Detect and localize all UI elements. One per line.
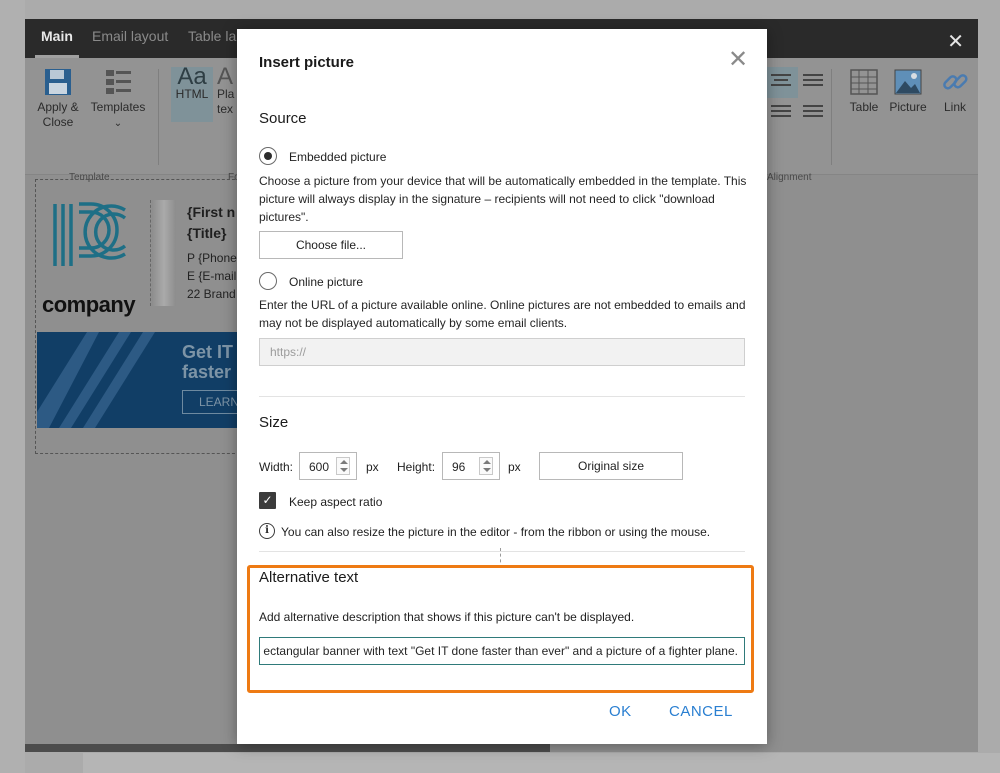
insert-picture-dialog: Insert picture ✕ Source Embedded picture… bbox=[237, 29, 767, 744]
background-bottom-strip bbox=[83, 753, 1000, 773]
width-label: Width: bbox=[259, 460, 294, 474]
address-placeholder: 22 Brand bbox=[187, 287, 236, 301]
info-icon: i bbox=[259, 523, 275, 539]
size-heading: Size bbox=[259, 414, 289, 431]
phone-placeholder: P {Phone bbox=[187, 251, 237, 265]
section-divider bbox=[259, 551, 745, 552]
company-logo: company bbox=[37, 200, 151, 317]
banner-headline-1: Get IT bbox=[182, 342, 234, 362]
picture-label: Picture bbox=[889, 100, 927, 114]
background-left-strip bbox=[0, 0, 25, 773]
choose-file-button[interactable]: Choose file... bbox=[259, 231, 403, 259]
horizontal-scrollbar[interactable] bbox=[25, 744, 550, 752]
font-a-icon: A bbox=[217, 63, 234, 90]
online-picture-radio[interactable] bbox=[259, 272, 277, 290]
width-value: 600 bbox=[309, 460, 330, 474]
templates-icon bbox=[106, 70, 131, 94]
banner-headline-2: faster bbox=[182, 362, 232, 382]
insert-picture-button[interactable]: Picture bbox=[887, 67, 929, 115]
group-label-alignment: Alignment bbox=[767, 172, 812, 183]
templates-label: Templates bbox=[90, 100, 146, 114]
link-icon bbox=[943, 74, 968, 90]
alt-text-heading: Alternative text bbox=[259, 569, 359, 586]
insert-link-button[interactable]: Link bbox=[937, 67, 973, 115]
align-icon bbox=[766, 67, 823, 117]
apply-close-label: Apply & Close bbox=[37, 100, 79, 129]
insert-table-button[interactable]: Table bbox=[845, 67, 883, 115]
close-icon[interactable]: ✕ bbox=[947, 29, 964, 54]
height-stepper[interactable]: 96 bbox=[442, 452, 500, 480]
spinner-arrows-icon[interactable] bbox=[336, 457, 350, 475]
email-placeholder: E {E-mail bbox=[187, 269, 237, 283]
banner-stripes bbox=[37, 332, 155, 428]
spinner-arrows-icon[interactable] bbox=[479, 457, 493, 475]
tab-main[interactable]: Main bbox=[41, 28, 73, 44]
alt-text-input[interactable]: ectangular banner with text "Get IT done… bbox=[259, 637, 745, 665]
keep-aspect-label: Keep aspect ratio bbox=[289, 495, 383, 509]
embedded-picture-radio[interactable] bbox=[259, 147, 277, 165]
url-input[interactable]: https:// bbox=[259, 338, 745, 366]
plain-text-button[interactable]: A Pla tex bbox=[217, 63, 237, 117]
apply-close-button[interactable]: Apply & Close bbox=[33, 67, 83, 130]
table-label: Table bbox=[849, 100, 879, 114]
font-aa-icon: Aa bbox=[177, 63, 207, 90]
title-placeholder: {Title} bbox=[187, 225, 227, 241]
save-icon bbox=[45, 69, 71, 95]
width-unit: px bbox=[366, 460, 379, 474]
resize-info-text: You can also resize the picture in the e… bbox=[281, 525, 711, 539]
link-label: Link bbox=[943, 100, 966, 114]
alt-text-value: ectangular banner with text "Get IT done… bbox=[263, 644, 738, 658]
alt-text-description: Add alternative description that shows i… bbox=[259, 610, 635, 624]
keep-aspect-checkbox[interactable]: ✓ bbox=[259, 492, 276, 509]
online-description: Enter the URL of a picture available onl… bbox=[259, 298, 746, 330]
section-divider bbox=[259, 396, 745, 397]
table-icon bbox=[850, 69, 878, 95]
first-name-placeholder: {First n bbox=[187, 204, 236, 220]
html-mode-button[interactable]: Aa HTML bbox=[171, 63, 213, 122]
height-unit: px bbox=[508, 460, 521, 474]
cancel-button[interactable]: CANCEL bbox=[669, 703, 733, 720]
close-icon[interactable]: ✕ bbox=[728, 45, 748, 74]
logo-separator bbox=[152, 200, 176, 306]
plain-text-label: Pla tex bbox=[217, 87, 235, 116]
chevron-down-icon: ⌄ bbox=[113, 118, 123, 129]
online-picture-label: Online picture bbox=[289, 275, 364, 289]
source-heading: Source bbox=[259, 110, 307, 127]
company-logo-mark bbox=[53, 202, 127, 266]
html-label: HTML bbox=[175, 87, 209, 101]
original-size-button[interactable]: Original size bbox=[539, 452, 683, 480]
ribbon-divider bbox=[158, 69, 159, 165]
tab-table-layout[interactable]: Table la bbox=[188, 28, 236, 44]
height-label: Height: bbox=[397, 460, 436, 474]
dialog-title: Insert picture bbox=[259, 54, 355, 71]
tab-email-layout[interactable]: Email layout bbox=[92, 28, 168, 44]
ok-button[interactable]: OK bbox=[609, 703, 632, 720]
alignment-buttons[interactable] bbox=[766, 67, 830, 133]
ribbon-divider bbox=[831, 69, 832, 165]
templates-button[interactable]: Templates ⌄ bbox=[89, 67, 147, 131]
banner-image[interactable]: Get IT faster LEARN bbox=[37, 332, 242, 428]
embedded-description: Choose a picture from your device that w… bbox=[259, 174, 747, 224]
height-value: 96 bbox=[452, 460, 466, 474]
banner-learn-button: LEARN bbox=[182, 390, 242, 414]
picture-icon bbox=[894, 69, 922, 95]
embedded-picture-label: Embedded picture bbox=[289, 150, 387, 164]
company-wordmark: company bbox=[42, 292, 136, 317]
width-stepper[interactable]: 600 bbox=[299, 452, 357, 480]
